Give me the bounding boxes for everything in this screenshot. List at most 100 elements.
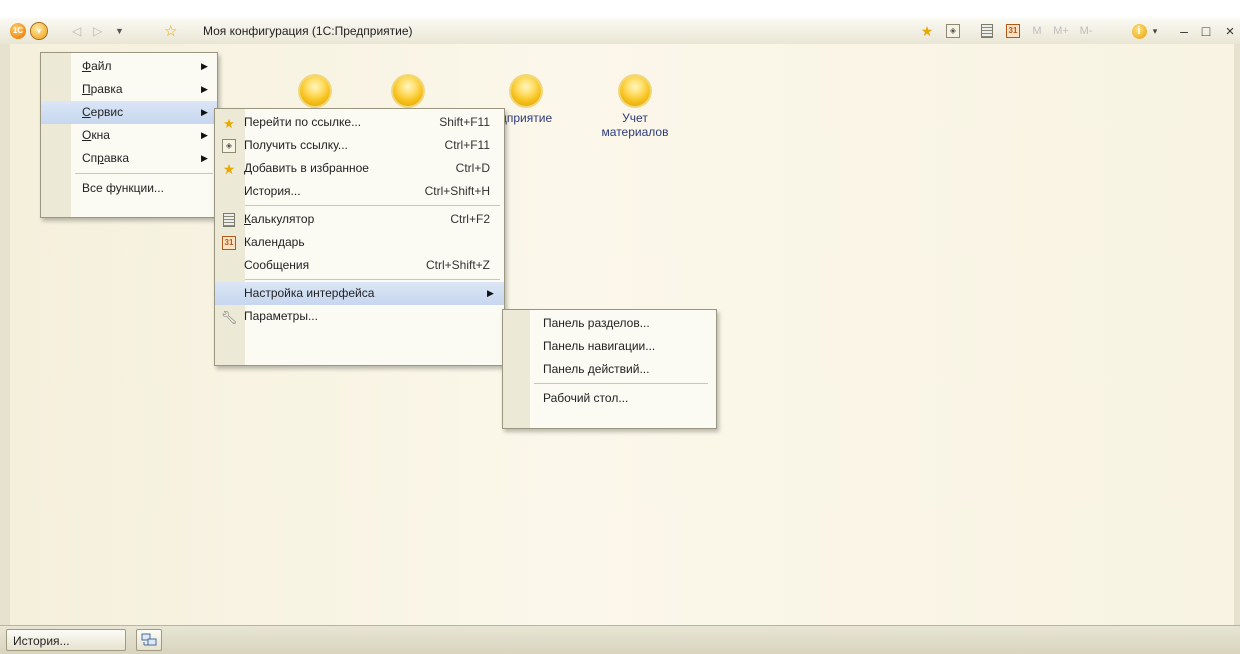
section-label: Учет материалов xyxy=(601,111,669,139)
menu-item-label: Сервис xyxy=(82,101,123,124)
app-logo[interactable]: 1С xyxy=(10,22,26,40)
menu-item-actions-panel[interactable]: Панель действий... xyxy=(503,358,716,381)
chevron-down-icon: ▾ xyxy=(1152,25,1158,36)
star-arrow-icon: ★ xyxy=(223,115,235,131)
menu-item-label: Перейти по ссылке... xyxy=(244,115,362,129)
label-rest: равка xyxy=(90,82,123,96)
menu-separator xyxy=(245,279,500,280)
access-key: д xyxy=(277,235,285,249)
menu-item-service[interactable]: Сервис ▶ xyxy=(41,101,217,124)
section-icon xyxy=(393,76,423,106)
label-rest: алькулятор xyxy=(251,212,315,226)
menu-separator xyxy=(245,205,500,206)
menu-item-desktop[interactable]: Рабочий стол... xyxy=(503,387,716,410)
menu-item-label: Календарь xyxy=(244,231,305,254)
menu-item-windows[interactable]: Окна ▶ xyxy=(41,124,217,147)
shortcut-label: Ctrl+D xyxy=(455,161,490,175)
menu-item-history[interactable]: История... Ctrl+Shift+H xyxy=(215,180,504,203)
menu-item-file[interactable]: Файл ▶ xyxy=(41,55,217,78)
submenu-arrow-icon: ▶ xyxy=(487,288,494,298)
shortcut-label: Ctrl+Shift+Z xyxy=(425,258,490,272)
section-materials[interactable]: Учет материалов xyxy=(585,76,685,139)
menu-item-help[interactable]: Справка ▶ xyxy=(41,147,217,170)
minimize-button[interactable]: – xyxy=(1176,22,1192,40)
section-icon xyxy=(511,76,541,106)
menu-separator xyxy=(75,173,213,174)
section-icon xyxy=(620,76,650,106)
menu-item-label: Получить ссылку... xyxy=(244,138,348,152)
back-button[interactable]: ◁ xyxy=(72,22,81,40)
maximize-icon: □ xyxy=(1201,23,1211,39)
memory-plus-button[interactable]: M+ xyxy=(1050,22,1072,40)
submenu-arrow-icon: ▶ xyxy=(201,153,208,163)
forward-arrow-icon: ▷ xyxy=(93,24,103,38)
access-key: С xyxy=(82,105,91,119)
menu-item-calculator[interactable]: Калькулятор Ctrl+F2 xyxy=(215,208,504,231)
shortcut-label: Ctrl+F11 xyxy=(444,138,490,152)
menu-item-label: Файл xyxy=(82,55,112,78)
submenu-arrow-icon: ▶ xyxy=(201,84,208,94)
label-rest: авка xyxy=(103,151,130,165)
shortcut-label: Ctrl+Shift+H xyxy=(424,184,490,198)
submenu-arrow-icon: ▶ xyxy=(201,61,208,71)
calculator-icon xyxy=(221,212,237,228)
menu-item-label: Правка xyxy=(82,78,123,101)
link-icon: ◈ xyxy=(221,138,237,154)
menu-item-all-functions[interactable]: Все функции... xyxy=(41,177,217,200)
history-button[interactable]: История... xyxy=(6,629,126,651)
history-dropdown-button[interactable]: ▼ xyxy=(115,22,124,40)
info-button[interactable]: i xyxy=(1130,22,1148,40)
wrench-icon: 🔧︎ xyxy=(220,309,238,325)
section-1[interactable] xyxy=(265,76,365,111)
menu-item-go-to-link[interactable]: ★ Перейти по ссылке... Shift+F11 xyxy=(215,111,504,134)
menu-item-messages[interactable]: Сообщения Ctrl+Shift+Z xyxy=(215,254,504,277)
status-bar: История... xyxy=(0,625,1240,654)
interface-settings-menu: Панель разделов... Панель навигации... П… xyxy=(502,309,717,429)
close-button[interactable]: × xyxy=(1222,22,1238,40)
label-rest: кна xyxy=(91,128,110,142)
onec-logo-icon: 1С xyxy=(10,23,26,39)
forward-button[interactable]: ▷ xyxy=(93,22,102,40)
menu-item-parameters[interactable]: 🔧︎ Параметры... xyxy=(215,305,504,328)
title-bar: 1С ▾ ◁ ▷ ▼ ☆ Моя конфигурация (1С:Предпр… xyxy=(0,18,1240,45)
menu-item-edit[interactable]: Правка ▶ xyxy=(41,78,217,101)
label-rest: ервис xyxy=(90,105,124,119)
main-menu-button[interactable]: ▾ xyxy=(31,22,47,40)
info-dropdown-button[interactable]: ▾ xyxy=(1150,22,1160,40)
shortcut-label: Ctrl+F2 xyxy=(450,212,490,226)
access-key: Ф xyxy=(82,59,92,73)
calculator-button[interactable] xyxy=(978,22,996,40)
close-icon: × xyxy=(1225,22,1235,40)
maximize-button[interactable]: □ xyxy=(1198,22,1214,40)
menu-item-label: Панель действий... xyxy=(543,362,650,376)
go-to-link-button[interactable]: ★ xyxy=(918,22,936,40)
calendar-button[interactable]: 31 xyxy=(1004,22,1022,40)
menu-item-get-link[interactable]: ◈ Получить ссылку... Ctrl+F11 xyxy=(215,134,504,157)
access-key: О xyxy=(82,128,92,142)
submenu-arrow-icon: ▶ xyxy=(201,130,208,140)
label-pre: Кален xyxy=(244,235,278,249)
menu-item-label: Настройка интерфейса xyxy=(244,286,375,300)
section-2[interactable] xyxy=(358,76,458,111)
get-link-button[interactable]: ◈ xyxy=(944,22,962,40)
star-icon: ☆ xyxy=(164,23,178,40)
link-icon: ◈ xyxy=(946,24,960,38)
menu-item-navigation-panel[interactable]: Панель навигации... xyxy=(503,335,716,358)
connection-button[interactable] xyxy=(136,629,162,651)
window-title: Моя конфигурация (1С:Предприятие) xyxy=(203,24,413,38)
calendar-icon: 31 xyxy=(221,235,237,251)
chevron-down-icon: ▼ xyxy=(115,26,124,36)
minimize-icon: – xyxy=(1180,23,1188,39)
menu-item-interface-settings[interactable]: Настройка интерфейса ▶ xyxy=(215,282,504,305)
favorites-button[interactable]: ☆ xyxy=(164,22,177,40)
menu-item-sections-panel[interactable]: Панель разделов... xyxy=(503,312,716,335)
shortcut-label: Shift+F11 xyxy=(439,115,490,129)
menu-item-label: Окна xyxy=(82,124,110,147)
menu-item-label: Справка xyxy=(82,147,129,170)
menu-item-calendar[interactable]: 31 Календарь xyxy=(215,231,504,254)
menu-item-add-favorite[interactable]: ★ Добавить в избранное Ctrl+D xyxy=(215,157,504,180)
access-key: р xyxy=(97,151,104,165)
memory-button[interactable]: M xyxy=(1030,22,1044,40)
main-menu: Файл ▶ Правка ▶ Сервис ▶ Окна ▶ Справка … xyxy=(40,52,218,218)
memory-minus-button[interactable]: M- xyxy=(1075,22,1097,40)
